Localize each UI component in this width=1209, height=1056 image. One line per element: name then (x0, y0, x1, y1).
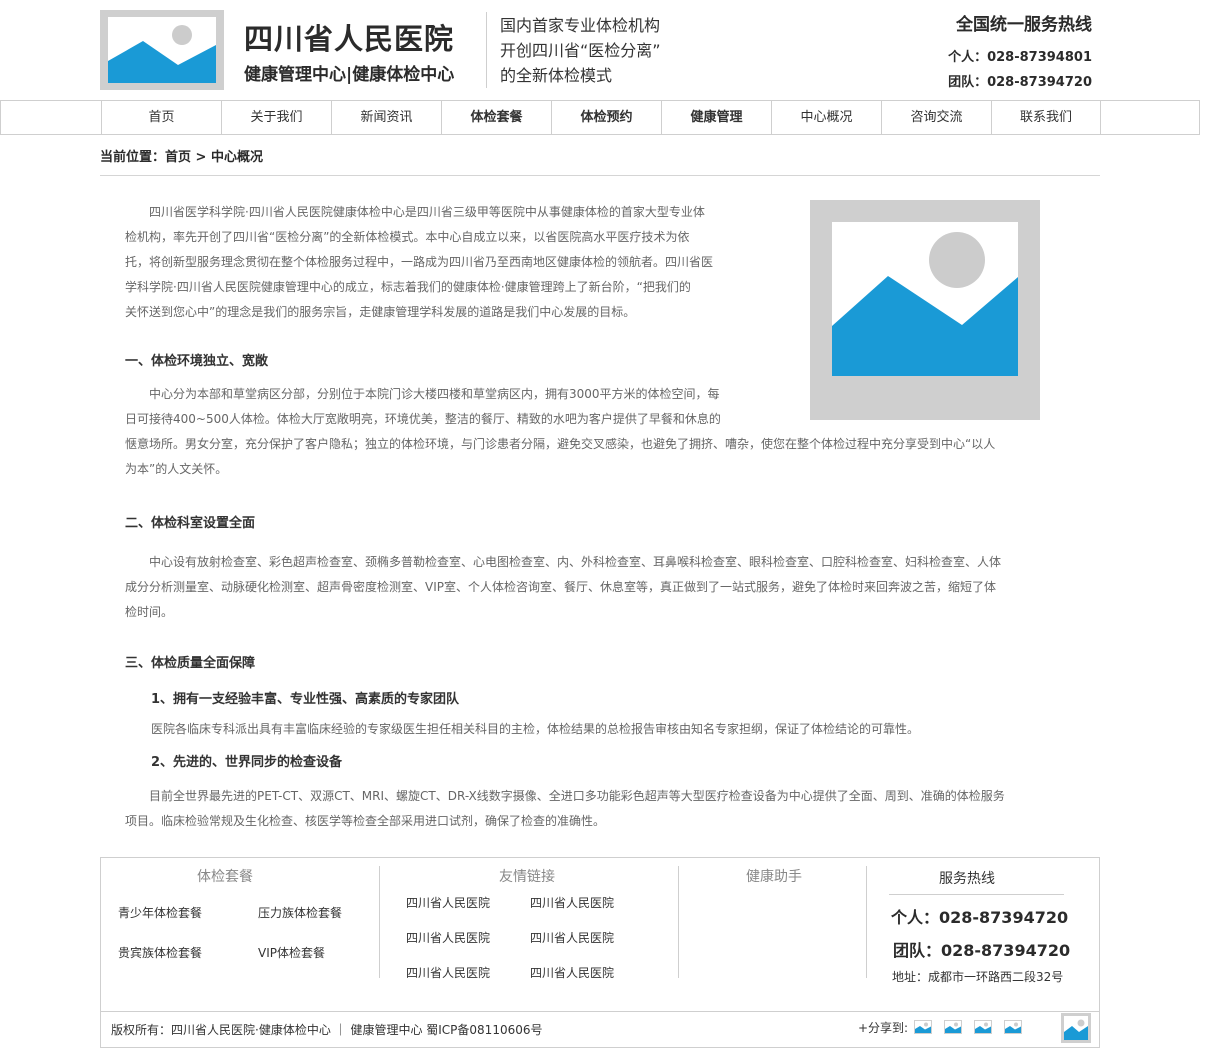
text-line: 项目。临床检验常规及生化检查、核医学等检查全部采用进口试剂，确保了检查的准确性。 (125, 814, 606, 828)
slogan-line: 的全新体检模式 (500, 66, 613, 85)
breadcrumb[interactable]: 当前位置：首页 > 中心概况 (100, 146, 263, 165)
text-line: 托，将创新型服务理念贯彻在整个体检服务过程中，一路成为四川省乃至西南地区健康体检… (125, 255, 714, 269)
subsection-heading: 2、先进的、世界同步的检查设备 (151, 755, 343, 770)
site-subtitle: 健康管理中心|健康体检中心 (244, 65, 455, 85)
footer-package-link[interactable]: 贵宾族体检套餐 (118, 944, 202, 961)
footer: 体检套餐 青少年体检套餐 压力族体检套餐 贵宾族体检套餐 VIP体检套餐 友情链… (100, 857, 1100, 1012)
text-line: 目前全世界最先进的PET-CT、双源CT、MRI、螺旋CT、DR-X线数字摄像、… (149, 789, 1005, 803)
footer-hotline-personal: 个人：028-87394720 (891, 908, 1069, 927)
text-line: 中心设有放射检查室、彩色超声检查室、颈椭多普勒检查室、心电图检查室、内、外科检查… (149, 555, 1002, 569)
header: 四川省人民医院 健康管理中心|健康体检中心 国内首家专业体检机构 开创四川省“医… (0, 0, 1209, 100)
breadcrumb-divider (100, 175, 1100, 176)
nav-item-center-overview[interactable]: 中心概况 (771, 101, 881, 134)
slogan-line: 开创四川省“医检分离” (500, 41, 661, 60)
share-icon[interactable] (914, 1020, 932, 1034)
hotline-title: 全国统一服务热线 (956, 15, 1092, 35)
nav-item-contact[interactable]: 联系我们 (991, 101, 1101, 134)
footer-links-title: 友情链接 (499, 869, 555, 885)
text-line: 学科学院·四川省人民医院健康管理中心的成立，标志着我们的健康体检·健康管理跨上了… (125, 280, 691, 294)
footer-packages-title: 体检套餐 (197, 869, 253, 885)
footer-assistant-title: 健康助手 (746, 869, 802, 885)
hotline-team: 团队：028-87394720 (948, 75, 1092, 90)
image-placeholder-icon (108, 17, 216, 83)
text-line: 关怀送到您心中”的理念是我们的服务宗旨，走健康管理学科发展的道路是我们中心发展的… (125, 305, 636, 319)
footer-hotline-team: 团队：028-87394720 (893, 941, 1071, 960)
subsection-heading: 1、拥有一支经验丰富、专业性强、高素质的专家团队 (151, 692, 460, 707)
qr-code-icon[interactable] (1061, 1013, 1091, 1043)
footer-divider (678, 866, 679, 978)
nav-item-news[interactable]: 新闻资讯 (331, 101, 441, 134)
text-line: 惬意场所。男女分室，充分保护了客户隐私；独立的体检环境，与门诊患者分隔，避免交叉… (125, 437, 996, 451)
footer-friend-link[interactable]: 四川省人民医院 (406, 964, 490, 981)
nav-item-health-management[interactable]: 健康管理 (661, 101, 771, 134)
footer-address: 地址：成都市一环路西二段32号 (892, 970, 1064, 984)
image-placeholder-icon (832, 222, 1018, 376)
footer-package-link[interactable]: VIP体检套餐 (258, 944, 325, 961)
share-icon[interactable] (974, 1020, 992, 1034)
intro-paragraph: 四川省医学科学院·四川省人民医院健康体检中心是四川省三级甲等医院中从事健康体检的… (125, 200, 785, 325)
footer-package-link[interactable]: 压力族体检套餐 (258, 904, 342, 921)
header-divider (486, 12, 487, 88)
footer-hotline-divider (889, 894, 1064, 895)
text-line: 成分分析测量室、动脉硬化检测室、超声骨密度检测室、VIP室、个人体检咨询室、餐厅… (125, 580, 996, 594)
slogan: 国内首家专业体检机构 开创四川省“医检分离” 的全新体检模式 (500, 13, 661, 88)
footer-hotline-title: 服务热线 (939, 871, 995, 887)
footer-divider (866, 866, 867, 978)
text-line: 检机构，率先开创了四川省“医检分离”的全新体检模式。本中心自成立以来，以省医院高… (125, 230, 690, 244)
footer-package-link[interactable]: 青少年体检套餐 (118, 904, 202, 921)
text-line: 日可接待400~500人体检。体检大厅宽敞明亮，环境优美，整洁的餐厅、精致的水吧… (125, 412, 721, 426)
text-line: 为本”的人文关怀。 (125, 462, 228, 476)
footer-friend-link[interactable]: 四川省人民医院 (530, 894, 614, 911)
copyright-bar: 版权所有：四川省人民医院·健康体检中心 ｜ 健康管理中心 蜀ICP备081106… (100, 1012, 1100, 1048)
nav-item-packages[interactable]: 体检套餐 (441, 101, 551, 134)
footer-divider (379, 866, 380, 978)
subsection-paragraph: 目前全世界最先进的PET-CT、双源CT、MRI、螺旋CT、DR-X线数字摄像、… (125, 784, 1085, 834)
footer-friend-link[interactable]: 四川省人民医院 (406, 894, 490, 911)
copyright-text: 版权所有：四川省人民医院·健康体检中心 ｜ 健康管理中心 蜀ICP备081106… (111, 1023, 543, 1037)
footer-friend-link[interactable]: 四川省人民医院 (406, 929, 490, 946)
slogan-line: 国内首家专业体检机构 (500, 16, 661, 35)
nav-item-consult[interactable]: 咨询交流 (881, 101, 991, 134)
section-heading: 一、体检环境独立、宽敞 (125, 354, 269, 369)
subsection-paragraph: 医院各临床专科派出具有丰富临床经验的专家级医生担任相关科目的主检，体检结果的总检… (151, 722, 920, 736)
site-title: 四川省人民医院 (244, 22, 455, 56)
text-line: 四川省医学科学院·四川省人民医院健康体检中心是四川省三级甲等医院中从事健康体检的… (149, 205, 705, 219)
footer-friend-link[interactable]: 四川省人民医院 (530, 964, 614, 981)
hotline-personal: 个人：028-87394801 (948, 50, 1092, 65)
share-icon[interactable] (944, 1020, 962, 1034)
share-label: +分享到: (858, 1021, 909, 1035)
main-nav: 首页 关于我们 新闻资讯 体检套餐 体检预约 健康管理 中心概况 咨询交流 联系… (0, 100, 1200, 135)
nav-item-booking[interactable]: 体检预约 (551, 101, 661, 134)
footer-friend-link[interactable]: 四川省人民医院 (530, 929, 614, 946)
logo-image[interactable] (100, 10, 224, 90)
nav-item-about[interactable]: 关于我们 (221, 101, 331, 134)
nav-item-home[interactable]: 首页 (101, 101, 221, 134)
section-paragraph: 中心设有放射检查室、彩色超声检查室、颈椭多普勒检查室、心电图检查室、内、外科检查… (125, 550, 1085, 625)
text-line: 中心分为本部和草堂病区分部，分别位于本院门诊大楼四楼和草堂病区内，拥有3000平… (149, 387, 720, 401)
share-icon[interactable] (1004, 1020, 1022, 1034)
section-heading: 二、体检科室设置全面 (125, 516, 256, 531)
text-line: 检时间。 (125, 605, 174, 619)
section-paragraph: 中心分为本部和草堂病区分部，分别位于本院门诊大楼四楼和草堂病区内，拥有3000平… (125, 382, 1085, 482)
section-heading: 三、体检质量全面保障 (125, 656, 256, 671)
